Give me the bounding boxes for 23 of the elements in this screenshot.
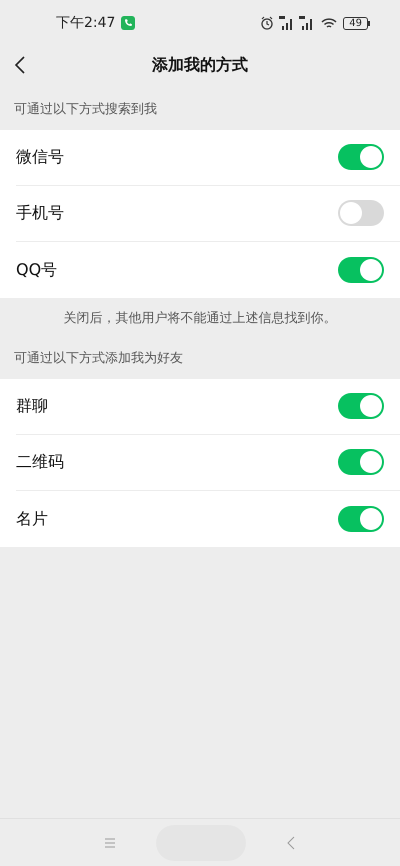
- toggle-switch[interactable]: [338, 449, 384, 475]
- phone-icon: [121, 16, 136, 30]
- toggle-switch[interactable]: [338, 256, 384, 282]
- hint-text: 关闭后，其他用户将不能通过上述信息找到你。: [62, 310, 338, 328]
- setting-label: 手机号: [16, 202, 65, 224]
- alarm-icon: [260, 16, 274, 30]
- setting-label: QQ号: [16, 258, 58, 280]
- toggle-switch[interactable]: [338, 200, 384, 226]
- setting-label: 名片: [16, 508, 49, 530]
- setting-label: 群聊: [16, 395, 49, 417]
- status-time: 下午2:47: [56, 14, 116, 32]
- menu-icon[interactable]: [104, 836, 116, 848]
- back-icon[interactable]: [14, 55, 26, 75]
- wifi-icon: [321, 16, 338, 30]
- battery-icon: 49: [343, 16, 370, 30]
- setting-label: 微信号: [16, 146, 65, 168]
- toggle-switch[interactable]: [338, 393, 384, 419]
- setting-label: 二维码: [16, 451, 65, 473]
- toggle-switch[interactable]: [338, 506, 384, 532]
- page-title: 添加我的方式: [152, 54, 248, 76]
- section-label: 可通过以下方式搜索到我: [13, 101, 158, 119]
- section-label: 可通过以下方式添加我为好友: [13, 350, 184, 368]
- toggle-switch[interactable]: [338, 144, 384, 170]
